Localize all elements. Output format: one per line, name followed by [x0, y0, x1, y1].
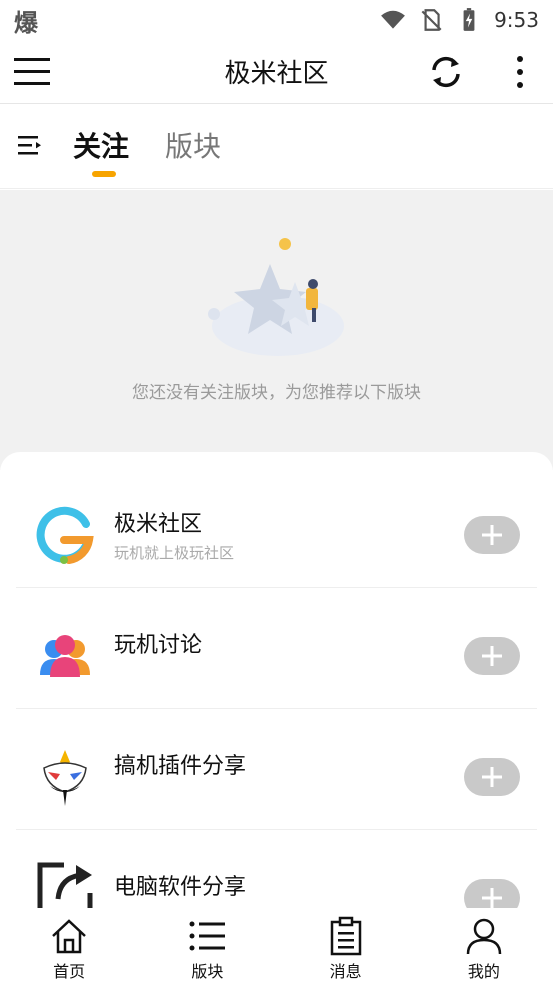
page-title: 极米社区 [224, 59, 329, 89]
star-empty-illustration [208, 238, 344, 356]
nav-profile[interactable]: 我的 [415, 908, 553, 983]
nav-messages[interactable]: 消息 [277, 908, 415, 983]
plus-icon [482, 646, 502, 666]
list-icon [189, 921, 226, 951]
more-vertical-icon[interactable] [508, 54, 532, 90]
board-name: 极米社区 [114, 512, 203, 537]
tab-active-indicator [92, 171, 116, 177]
wifi-icon [381, 10, 405, 29]
empty-state: 您还没有关注版块，为您推荐以下版块 [0, 190, 553, 470]
home-icon [52, 919, 86, 954]
plus-icon [482, 888, 502, 908]
clipboard-icon [330, 916, 361, 956]
person-icon [466, 918, 502, 955]
battery-charging-icon [463, 8, 475, 31]
plus-icon [482, 767, 502, 787]
plus-icon [482, 525, 502, 545]
app-bar: 极米社区 [0, 40, 553, 104]
nav-messages-label: 消息 [329, 962, 362, 981]
status-app-glyph: 爆 [14, 8, 38, 37]
list-item[interactable]: 极米社区 玩机就上极玩社区 [16, 468, 537, 588]
nav-board[interactable]: 版块 [138, 908, 276, 983]
share-box-logo [37, 862, 93, 908]
sort-filter-icon[interactable] [16, 133, 44, 157]
tab-board[interactable]: 版块 [165, 125, 221, 165]
status-time: 9:53 [494, 8, 539, 32]
hamburger-menu-icon[interactable] [14, 54, 50, 90]
g-logo [36, 506, 94, 564]
board-name: 搞机插件分享 [114, 754, 247, 779]
board-description: 玩机就上极玩社区 [114, 544, 235, 562]
list-item[interactable]: 搞机插件分享 [16, 710, 537, 830]
list-item[interactable]: 玩机讨论 [16, 589, 537, 709]
nav-profile-label: 我的 [467, 962, 500, 981]
tab-follow[interactable]: 关注 [73, 125, 129, 165]
board-name: 电脑软件分享 [114, 875, 247, 900]
follow-button[interactable] [464, 758, 520, 796]
empty-message: 您还没有关注版块，为您推荐以下版块 [132, 383, 421, 403]
no-sim-icon [421, 9, 442, 31]
status-bar: 爆 9:53 [0, 0, 553, 40]
follow-button[interactable] [464, 879, 520, 908]
list-item[interactable]: 电脑软件分享 [16, 831, 537, 908]
nav-home[interactable]: 首页 [0, 908, 138, 983]
people-group-logo [40, 635, 90, 677]
board-name: 玩机讨论 [114, 633, 203, 658]
opera-mask-logo [43, 750, 87, 806]
recommend-list: 极米社区 玩机就上极玩社区 玩机讨论 搞机插件分享 电脑软件分享 [0, 452, 553, 908]
sync-icon[interactable] [426, 52, 466, 92]
tabs-row: 关注 版块 [0, 105, 553, 189]
nav-home-label: 首页 [53, 962, 86, 981]
status-icons: 9:53 [380, 7, 539, 33]
follow-button[interactable] [464, 637, 520, 675]
bottom-nav: 首页 版块 消息 我的 [0, 908, 553, 983]
nav-board-label: 版块 [191, 962, 224, 981]
follow-button[interactable] [464, 516, 520, 554]
